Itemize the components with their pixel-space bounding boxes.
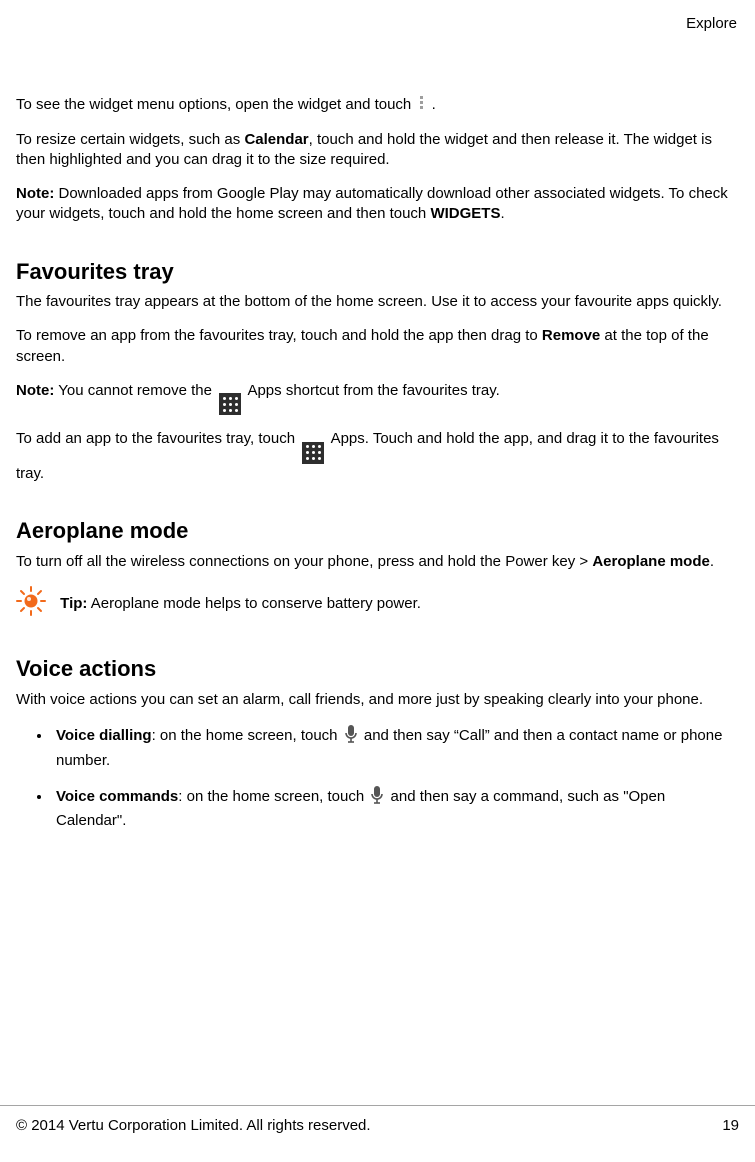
tip-bulb-icon xyxy=(16,586,46,622)
tip-row: Tip: Aeroplane mode helps to conserve ba… xyxy=(16,586,731,622)
text: Apps shortcut from the favourites tray. xyxy=(244,382,500,399)
text: Downloaded apps from Google Play may aut… xyxy=(16,185,728,222)
tip-text: Tip: Aeroplane mode helps to conserve ba… xyxy=(60,594,421,614)
page-footer: © 2014 Vertu Corporation Limited. All ri… xyxy=(0,1105,755,1136)
text: To turn off all the wireless connections… xyxy=(16,553,592,570)
microphone-icon xyxy=(344,724,358,750)
list-item: Voice dialling: on the home screen, touc… xyxy=(52,724,731,771)
paragraph-fav-remove: To remove an app from the favourites tra… xyxy=(16,326,731,367)
paragraph-fav-intro: The favourites tray appears at the botto… xyxy=(16,292,731,312)
text: : on the home screen, touch xyxy=(178,788,368,805)
bold-remove: Remove xyxy=(542,327,600,344)
paragraph-aeroplane: To turn off all the wireless connections… xyxy=(16,552,731,572)
body-content: To see the widget menu options, open the… xyxy=(16,94,741,831)
heading-favourites-tray: Favourites tray xyxy=(16,257,731,287)
paragraph-fav-note: Note: You cannot remove the Apps shortcu… xyxy=(16,381,731,416)
footer-copyright: © 2014 Vertu Corporation Limited. All ri… xyxy=(16,1116,371,1136)
paragraph-resize-widget: To resize certain widgets, such as Calen… xyxy=(16,130,731,171)
paragraph-fav-add: To add an app to the favourites tray, to… xyxy=(16,429,731,484)
text: . xyxy=(710,553,714,570)
text: . xyxy=(427,96,435,113)
apps-grid-icon xyxy=(302,442,324,464)
text: To resize certain widgets, such as xyxy=(16,131,244,148)
paragraph-note-widgets: Note: Downloaded apps from Google Play m… xyxy=(16,184,731,225)
apps-grid-icon xyxy=(219,393,241,415)
text: . xyxy=(500,205,504,222)
microphone-icon xyxy=(370,785,384,811)
text: Aeroplane mode helps to conserve battery… xyxy=(87,595,421,612)
bold-calendar: Calendar xyxy=(244,131,308,148)
tip-label: Tip: xyxy=(60,595,87,612)
footer-page-number: 19 xyxy=(722,1116,739,1136)
text: You cannot remove the xyxy=(54,382,216,399)
bold-widgets: WIDGETS xyxy=(430,205,500,222)
header-section-label: Explore xyxy=(16,14,741,34)
heading-voice-actions: Voice actions xyxy=(16,654,731,684)
paragraph-voice-intro: With voice actions you can set an alarm,… xyxy=(16,690,731,710)
heading-aeroplane-mode: Aeroplane mode xyxy=(16,516,731,546)
note-label: Note: xyxy=(16,382,54,399)
bold-voice-dialling: Voice dialling xyxy=(56,727,152,744)
bold-aeroplane-mode: Aeroplane mode xyxy=(592,553,710,570)
bold-voice-commands: Voice commands xyxy=(56,788,178,805)
text: To see the widget menu options, open the… xyxy=(16,96,415,113)
note-label: Note: xyxy=(16,185,54,202)
page: Explore To see the widget menu options, … xyxy=(0,0,755,1162)
text: : on the home screen, touch xyxy=(152,727,342,744)
list-item: Voice commands: on the home screen, touc… xyxy=(52,785,731,832)
paragraph-widget-menu: To see the widget menu options, open the… xyxy=(16,94,731,115)
text: To remove an app from the favourites tra… xyxy=(16,327,542,344)
overflow-menu-icon xyxy=(417,94,425,111)
voice-actions-list: Voice dialling: on the home screen, touc… xyxy=(16,724,731,831)
text: To add an app to the favourites tray, to… xyxy=(16,430,299,447)
